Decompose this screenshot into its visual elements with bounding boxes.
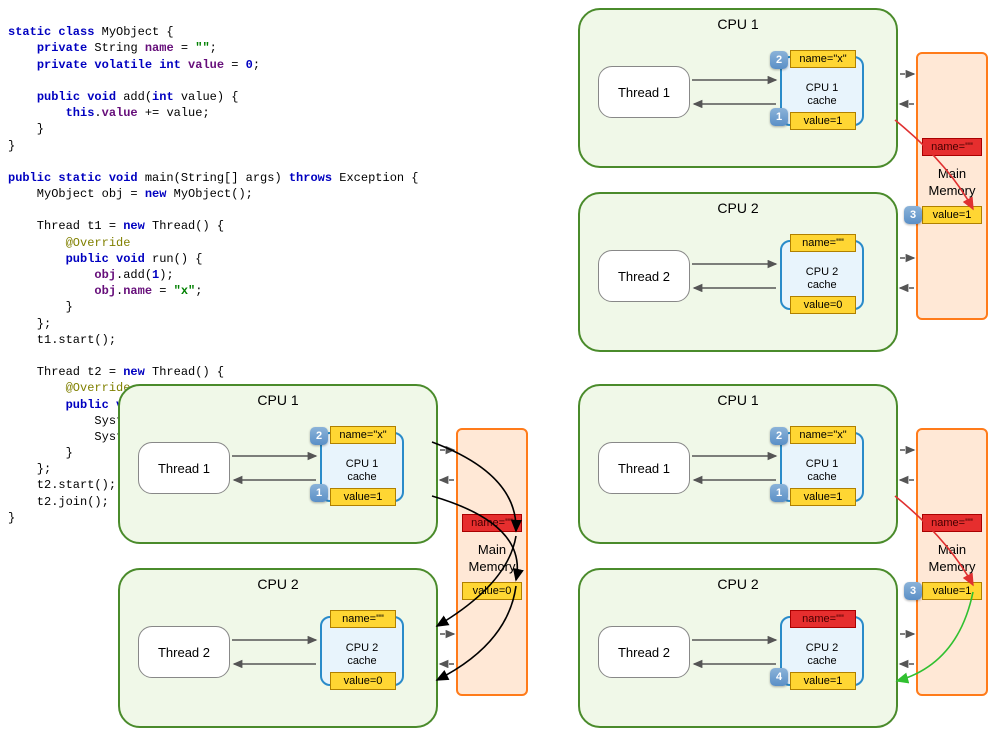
main-memory-label: MainMemory bbox=[918, 166, 986, 200]
cpu2-value-var: value=1 bbox=[790, 672, 856, 690]
mem-value-var: value=0 bbox=[462, 582, 522, 600]
cpu2-name-var: name="" bbox=[790, 234, 856, 252]
mem-name-var: name="" bbox=[922, 138, 982, 156]
step-badge: 3 bbox=[904, 206, 922, 224]
cpu2-value-var: value=0 bbox=[790, 296, 856, 314]
step-badge: 1 bbox=[770, 108, 788, 126]
step-badge: 3 bbox=[904, 582, 922, 600]
cpu1-value-var: value=1 bbox=[330, 488, 396, 506]
mem-value-var: value=1 bbox=[922, 582, 982, 600]
step-badge: 1 bbox=[310, 484, 328, 502]
cpu1-name-var: name="x" bbox=[790, 50, 856, 68]
diagram-top-right: CPU 1Thread 1CPU 1cachename="x"value=121… bbox=[578, 8, 998, 368]
step-badge: 2 bbox=[770, 427, 788, 445]
mem-name-var: name="" bbox=[922, 514, 982, 532]
cpu1-block: CPU 1Thread 1CPU 1cachename="x"value=121 bbox=[578, 8, 898, 168]
main-memory-label: MainMemory bbox=[458, 542, 526, 576]
step-badge: 4 bbox=[770, 668, 788, 686]
cpu1-block: CPU 1Thread 1CPU 1cachename="x"value=121 bbox=[118, 384, 438, 544]
cpu1-name-var: name="x" bbox=[330, 426, 396, 444]
step-badge: 1 bbox=[770, 484, 788, 502]
mem-name-var: name="" bbox=[462, 514, 522, 532]
step-badge: 2 bbox=[310, 427, 328, 445]
cpu2-block: CPU 2Thread 2CPU 2cachename=""value=0 bbox=[578, 192, 898, 352]
diagram-bottom-right: CPU 1Thread 1CPU 1cachename="x"value=121… bbox=[578, 384, 998, 744]
cpu1-value-var: value=1 bbox=[790, 112, 856, 130]
diagram-bottom-left: CPU 1Thread 1CPU 1cachename="x"value=121… bbox=[118, 384, 538, 744]
cpu2-name-var: name="" bbox=[790, 610, 856, 628]
cpu2-block: CPU 2Thread 2CPU 2cachename=""value=14 bbox=[578, 568, 898, 728]
main-memory-label: MainMemory bbox=[918, 542, 986, 576]
cpu2-value-var: value=0 bbox=[330, 672, 396, 690]
cpu1-name-var: name="x" bbox=[790, 426, 856, 444]
cpu1-value-var: value=1 bbox=[790, 488, 856, 506]
cpu2-name-var: name="" bbox=[330, 610, 396, 628]
cpu2-block: CPU 2Thread 2CPU 2cachename=""value=0 bbox=[118, 568, 438, 728]
step-badge: 2 bbox=[770, 51, 788, 69]
cpu1-block: CPU 1Thread 1CPU 1cachename="x"value=121 bbox=[578, 384, 898, 544]
mem-value-var: value=1 bbox=[922, 206, 982, 224]
